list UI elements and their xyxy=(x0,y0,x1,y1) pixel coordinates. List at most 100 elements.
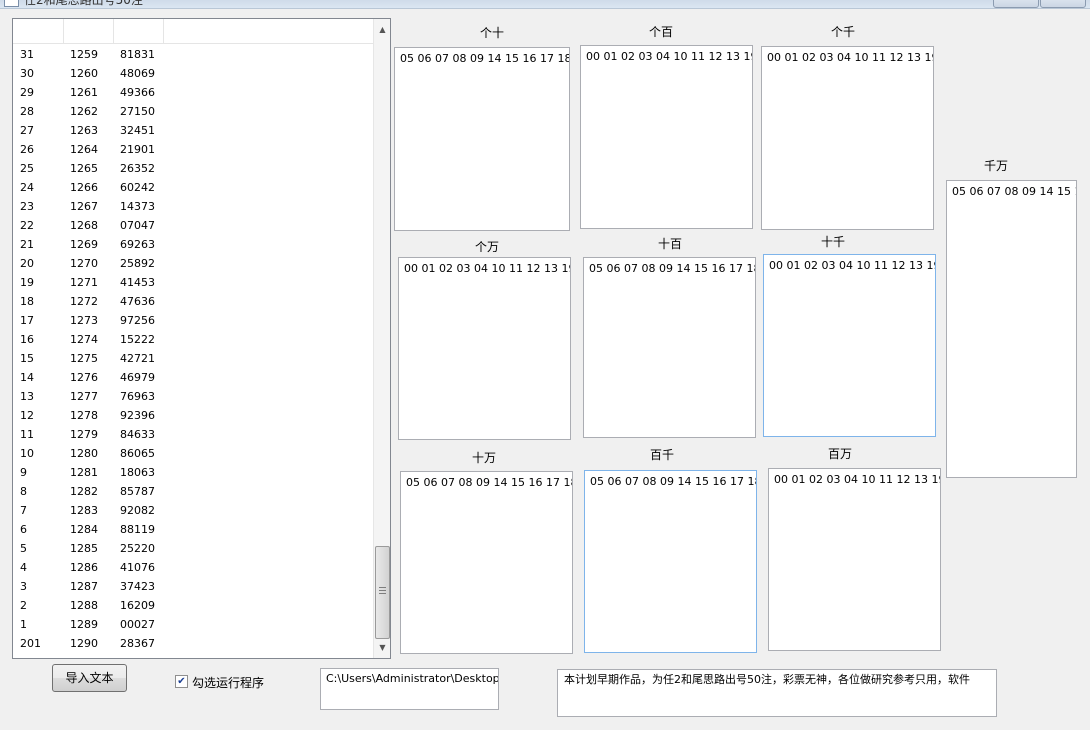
list-item[interactable]: 21 1269 69263 xyxy=(13,235,373,254)
textbox-ge-bai[interactable]: 00 01 02 03 04 10 11 12 13 19 20 xyxy=(580,45,753,229)
row-index: 14 xyxy=(20,371,34,384)
list-item[interactable]: 5 1285 25220 xyxy=(13,539,373,558)
file-path-field[interactable]: C:\Users\Administrator\Desktop xyxy=(320,668,499,710)
list-item[interactable]: 19 1271 41453 xyxy=(13,273,373,292)
list-item[interactable]: 13 1277 76963 xyxy=(13,387,373,406)
label-shi-bai: 十百 xyxy=(657,237,682,251)
row-issue: 1267 xyxy=(70,200,98,213)
row-index: 23 xyxy=(20,200,34,213)
list-rows: 31 1259 81831 30 1260 48069 29 1261 49366 28 1262 2… xyxy=(13,45,373,653)
list-item[interactable]: 9 1281 18063 xyxy=(13,463,373,482)
row-number: 47636 xyxy=(120,295,155,308)
row-number: 41453 xyxy=(120,276,155,289)
list-item[interactable]: 22 1268 07047 xyxy=(13,216,373,235)
list-item[interactable]: 3 1287 37423 xyxy=(13,577,373,596)
row-number: 97256 xyxy=(120,314,155,327)
row-number: 48069 xyxy=(120,67,155,80)
row-index: 20 xyxy=(20,257,34,270)
notes-field[interactable]: 本计划早期作品，为任2和尾思路出号50注，彩票无神，各位做研究参考只用，软件 xyxy=(557,669,997,717)
label-qian-wan: 千万 xyxy=(983,159,1008,173)
row-number: 81831 xyxy=(120,48,155,61)
textbox-ge-wan[interactable]: 00 01 02 03 04 10 11 12 13 19 20 xyxy=(398,257,571,440)
textbox-bai-qian[interactable]: 05 06 07 08 09 14 15 16 17 18 23 xyxy=(584,470,757,653)
column-header-issue[interactable] xyxy=(63,19,114,43)
row-index: 6 xyxy=(20,523,27,536)
textbox-bai-wan[interactable]: 00 01 02 03 04 10 11 12 13 19 20 xyxy=(768,468,941,651)
list-item[interactable]: 6 1284 88119 xyxy=(13,520,373,539)
list-item[interactable]: 18 1272 47636 xyxy=(13,292,373,311)
row-issue: 1265 xyxy=(70,162,98,175)
list-item[interactable]: 10 1280 86065 xyxy=(13,444,373,463)
row-index: 5 xyxy=(20,542,27,555)
list-item[interactable]: 30 1260 48069 xyxy=(13,64,373,83)
row-issue: 1263 xyxy=(70,124,98,137)
list-item[interactable]: 29 1261 49366 xyxy=(13,83,373,102)
row-number: 88119 xyxy=(120,523,155,536)
textbox-shi-qian[interactable]: 00 01 02 03 04 10 11 12 13 19 20 xyxy=(763,254,936,437)
row-index: 19 xyxy=(20,276,34,289)
row-issue: 1278 xyxy=(70,409,98,422)
row-index: 17 xyxy=(20,314,34,327)
import-text-button[interactable]: 导入文本 xyxy=(52,664,127,692)
list-item[interactable]: 7 1283 92082 xyxy=(13,501,373,520)
scroll-down-icon[interactable]: ▼ xyxy=(374,639,390,656)
row-number: 46979 xyxy=(120,371,155,384)
textbox-ge-qian[interactable]: 00 01 02 03 04 10 11 12 13 19 20 xyxy=(761,46,934,230)
list-scrollbar[interactable]: ▲ ▼ xyxy=(373,19,390,658)
run-program-label: 勾选运行程序 xyxy=(192,676,265,690)
list-item[interactable]: 31 1259 81831 xyxy=(13,45,373,64)
close-button[interactable] xyxy=(1040,0,1086,8)
row-index: 4 xyxy=(20,561,27,574)
column-header-number[interactable] xyxy=(113,19,164,43)
row-number: 49366 xyxy=(120,86,155,99)
list-item[interactable]: 15 1275 42721 xyxy=(13,349,373,368)
row-index: 29 xyxy=(20,86,34,99)
label-ge-qian: 个千 xyxy=(830,25,855,39)
list-item[interactable]: 2 1288 16209 xyxy=(13,596,373,615)
row-issue: 1270 xyxy=(70,257,98,270)
row-index: 2 xyxy=(20,599,27,612)
list-item[interactable]: 26 1264 21901 xyxy=(13,140,373,159)
list-item[interactable]: 16 1274 15222 xyxy=(13,330,373,349)
row-issue: 1290 xyxy=(70,637,98,650)
row-issue: 1285 xyxy=(70,542,98,555)
list-item[interactable]: 201 1290 28367 xyxy=(13,634,373,653)
list-item[interactable]: 17 1273 97256 xyxy=(13,311,373,330)
row-index: 22 xyxy=(20,219,34,232)
row-number: 41076 xyxy=(120,561,155,574)
list-header xyxy=(13,19,373,44)
list-item[interactable]: 24 1266 60242 xyxy=(13,178,373,197)
checkbox-check-icon[interactable]: ✔ xyxy=(175,675,188,688)
list-item[interactable]: 14 1276 46979 xyxy=(13,368,373,387)
row-number: 92396 xyxy=(120,409,155,422)
scrollbar-thumb[interactable] xyxy=(375,546,390,639)
list-item[interactable]: 4 1286 41076 xyxy=(13,558,373,577)
textbox-ge-shi[interactable]: 05 06 07 08 09 14 15 16 17 18 23 xyxy=(394,47,570,231)
scroll-up-icon[interactable]: ▲ xyxy=(374,21,390,38)
row-issue: 1281 xyxy=(70,466,98,479)
textbox-shi-wan[interactable]: 05 06 07 08 09 14 15 16 17 18 23 xyxy=(400,471,573,654)
row-number: 26352 xyxy=(120,162,155,175)
draw-history-list[interactable]: 31 1259 81831 30 1260 48069 29 1261 49366 28 1262 2… xyxy=(12,18,391,659)
list-item[interactable]: 27 1263 32451 xyxy=(13,121,373,140)
textbox-qian-wan[interactable]: 05 06 07 08 09 14 15 16 xyxy=(946,180,1077,478)
row-issue: 1272 xyxy=(70,295,98,308)
list-item[interactable]: 1 1289 00027 xyxy=(13,615,373,634)
row-index: 12 xyxy=(20,409,34,422)
list-item[interactable]: 8 1282 85787 xyxy=(13,482,373,501)
list-item[interactable]: 23 1267 14373 xyxy=(13,197,373,216)
minimize-button[interactable] xyxy=(993,0,1039,8)
textbox-shi-bai[interactable]: 05 06 07 08 09 14 15 16 17 18 23 xyxy=(583,257,756,438)
row-issue: 1266 xyxy=(70,181,98,194)
list-item[interactable]: 28 1262 27150 xyxy=(13,102,373,121)
list-item[interactable]: 12 1278 92396 xyxy=(13,406,373,425)
row-number: 25892 xyxy=(120,257,155,270)
row-issue: 1287 xyxy=(70,580,98,593)
row-number: 07047 xyxy=(120,219,155,232)
row-index: 1 xyxy=(20,618,27,631)
list-item[interactable]: 25 1265 26352 xyxy=(13,159,373,178)
list-item[interactable]: 11 1279 84633 xyxy=(13,425,373,444)
column-header-index[interactable] xyxy=(13,19,64,43)
row-index: 7 xyxy=(20,504,27,517)
list-item[interactable]: 20 1270 25892 xyxy=(13,254,373,273)
